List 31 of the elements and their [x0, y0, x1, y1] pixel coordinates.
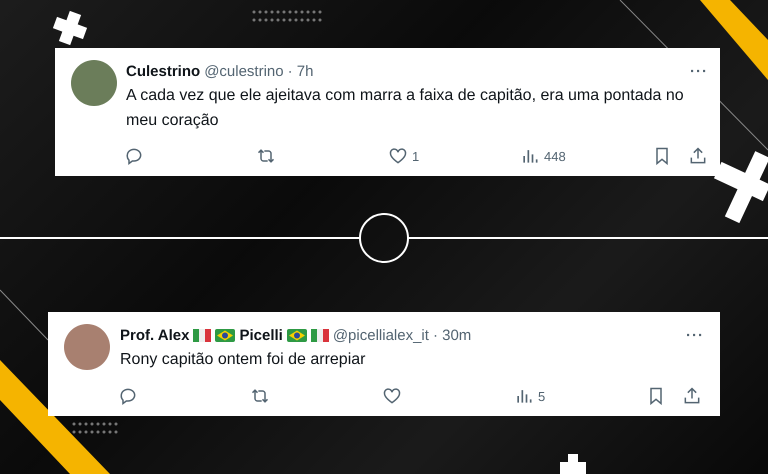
user-handle[interactable]: @culestrino	[204, 62, 284, 80]
user-name[interactable]: Picelli	[239, 326, 283, 344]
view-count: 5	[538, 388, 546, 404]
view-count: 448	[544, 148, 566, 164]
share-icon[interactable]	[688, 146, 708, 166]
tweet-text: Rony capitão ontem foi de arrepiar	[120, 350, 366, 370]
post-time[interactable]: · 30m	[432, 326, 472, 344]
avatar	[71, 60, 117, 106]
heart-icon[interactable]	[382, 386, 402, 406]
user-handle[interactable]: @picellialex_it	[332, 326, 429, 344]
flag-icon	[215, 328, 236, 342]
heart-icon[interactable]	[388, 146, 408, 166]
flag-icon	[310, 328, 329, 342]
tweet-text: A cada vez que ele ajeitava com marra a faixa de capitão, era uma pontada no meu coração	[126, 86, 685, 131]
user-name[interactable]: Prof. Alex	[120, 326, 190, 344]
share-icon[interactable]	[682, 386, 702, 406]
plus-shape	[560, 454, 586, 474]
plus-shape	[52, 10, 88, 46]
flag-icon	[286, 328, 307, 342]
reply-icon[interactable]	[118, 386, 138, 406]
like-count: 1	[412, 148, 420, 164]
avatar	[64, 324, 110, 370]
post-time[interactable]: · 7h	[288, 62, 314, 80]
reply-icon[interactable]	[124, 146, 144, 166]
dot-pattern	[72, 422, 118, 434]
diagonal-line	[0, 290, 48, 340]
more-button[interactable]: ···	[686, 326, 704, 344]
user-name[interactable]: Culestrino	[126, 62, 200, 80]
dot-pattern	[252, 10, 322, 22]
more-button[interactable]: ···	[690, 62, 708, 80]
flag-icon	[193, 328, 212, 342]
